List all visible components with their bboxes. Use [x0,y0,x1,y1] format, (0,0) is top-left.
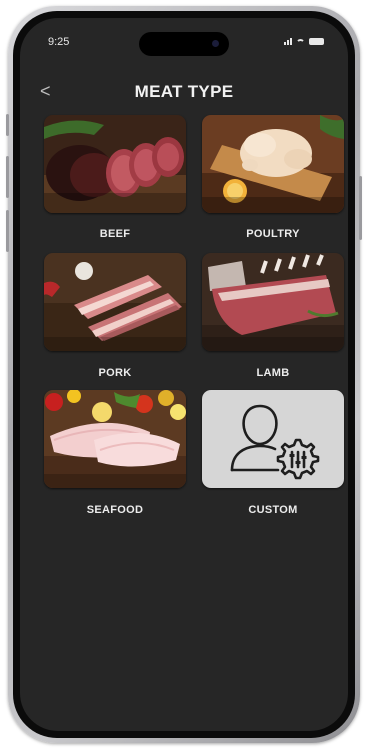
meat-tile-pork[interactable] [44,253,186,351]
meat-label-seafood: SEAFOOD [86,504,144,516]
phone-side-button [6,114,9,136]
meat-tile-poultry[interactable] [202,115,344,213]
meat-tile-lamb[interactable] [202,253,344,351]
poultry-image [202,115,344,213]
signal-icon [284,38,292,45]
meat-tile-custom[interactable] [202,390,344,488]
app-screen: 9:25 < MEAT TYPE BEEF POULTRY PORK LAMB … [20,18,348,731]
phone-side-button [6,210,9,252]
phone-side-button [6,156,9,198]
phone-side-button [359,176,362,240]
beef-image [44,115,186,213]
camera-icon [212,40,219,47]
phone-frame: 9:25 < MEAT TYPE BEEF POULTRY PORK LAMB … [6,6,362,743]
seafood-image [44,390,186,488]
custom-user-gear-icon [230,404,320,480]
status-icons [284,38,324,45]
meat-label-poultry: POULTRY [246,228,300,240]
battery-icon [309,38,324,45]
meat-label-custom: CUSTOM [248,504,298,516]
meat-tile-beef[interactable] [44,115,186,213]
phone-bezel: 9:25 < MEAT TYPE BEEF POULTRY PORK LAMB … [13,11,355,738]
meat-label-pork: PORK [98,367,132,379]
wifi-icon [296,39,305,45]
pork-image [44,253,186,351]
meat-tile-seafood[interactable] [44,390,186,488]
meat-label-lamb: LAMB [256,367,290,379]
page-title: MEAT TYPE [134,82,234,101]
status-time: 9:25 [48,36,70,48]
dynamic-island [139,32,229,56]
meat-label-beef: BEEF [99,228,131,240]
lamb-image [202,253,344,351]
